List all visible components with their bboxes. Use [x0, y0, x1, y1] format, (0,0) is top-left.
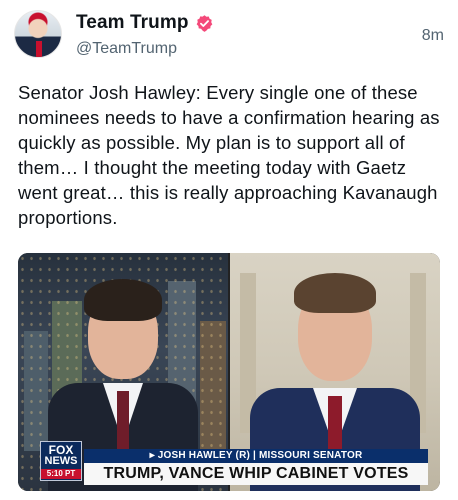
logo-time: 5:10 PT	[41, 469, 81, 479]
news-chyron: FOX NEWS 5:10 PT ▸ JOSH HAWLEY (R) | MIS…	[18, 441, 440, 491]
video-media[interactable]: FOX NEWS 5:10 PT ▸ JOSH HAWLEY (R) | MIS…	[18, 253, 440, 491]
logo-line2: NEWS	[44, 455, 78, 467]
lower-third-name: ▸ JOSH HAWLEY (R) | MISSOURI SENATOR	[84, 449, 428, 463]
handle[interactable]: @TeamTrump	[76, 40, 177, 58]
fox-news-logo: FOX NEWS 5:10 PT	[40, 441, 82, 481]
display-name[interactable]: Team Trump	[76, 12, 189, 34]
post[interactable]: Team Trump @TeamTrump 8m Senator Josh Ha…	[0, 0, 458, 500]
avatar[interactable]	[14, 10, 62, 58]
verified-badge-icon	[196, 14, 212, 32]
post-header: Team Trump @TeamTrump 8m	[14, 10, 444, 64]
chyron-headline: TRUMP, VANCE WHIP CABINET VOTES	[84, 463, 428, 485]
author-name-row[interactable]: Team Trump	[76, 12, 214, 34]
timestamp[interactable]: 8m	[422, 27, 444, 45]
post-text: Senator Josh Hawley: Every single one of…	[18, 82, 440, 228]
